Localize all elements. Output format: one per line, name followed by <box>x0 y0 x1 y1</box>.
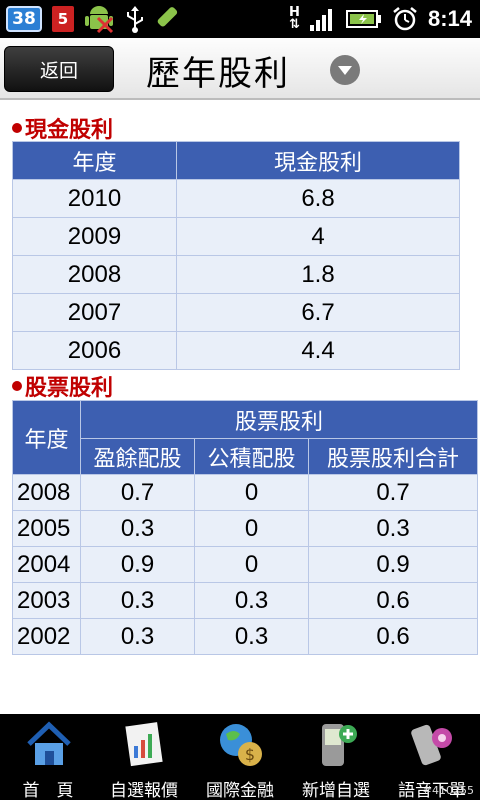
year-cell: 2003 <box>12 582 81 619</box>
signal-icon <box>309 9 332 31</box>
value-cell: 4 <box>176 217 460 256</box>
table-row: 2003 0.3 0.3 0.6 <box>12 582 478 619</box>
value-cell: 0.7 <box>308 474 478 511</box>
table-row: 2005 0.3 0 0.3 <box>12 510 478 547</box>
stock-dividend-heading: 股票股利 <box>12 370 113 402</box>
year-cell: 2008 <box>12 474 81 511</box>
year-cell: 2007 <box>12 293 177 332</box>
globe-money-icon: $ <box>220 724 262 766</box>
cash-dividend-table: 年度 現金股利 2010 6.8 2009 4 2008 1.8 2007 6.… <box>12 141 460 370</box>
battery-icon <box>345 10 381 28</box>
year-cell: 2006 <box>12 331 177 370</box>
column-header-year: 年度 <box>12 141 177 180</box>
status-bar: 38 5 H ⇅ 8:14 <box>0 0 480 38</box>
alarm-icon <box>393 7 417 31</box>
cash-dividend-heading-text: 現金股利 <box>25 118 114 143</box>
value-cell: 0.3 <box>80 582 195 619</box>
table-row: 2006 4.4 <box>12 331 460 370</box>
column-header-cash-dividend: 現金股利 <box>176 141 460 180</box>
stock-dividend-table: 年度 股票股利 盈餘配股 公積配股 股票股利合計 2008 0.7 0 0.7 … <box>12 400 478 655</box>
usb-icon <box>127 6 143 33</box>
battery-charging-icon <box>157 7 178 27</box>
home-icon <box>27 721 71 765</box>
year-cell: 2009 <box>12 217 177 256</box>
value-cell: 0.3 <box>194 618 309 655</box>
column-header-year: 年度 <box>12 400 81 475</box>
svg-text:$: $ <box>245 745 255 764</box>
value-cell: 0.7 <box>80 474 195 511</box>
year-cell: 2010 <box>12 179 177 218</box>
nav-label: 國際金融 <box>206 781 274 800</box>
stock-dividend-heading-text: 股票股利 <box>25 376 114 401</box>
value-cell: 4.4 <box>176 331 460 370</box>
value-cell: 0.3 <box>194 582 309 619</box>
table-row: 2004 0.9 0 0.9 <box>12 546 478 583</box>
table-row: 2002 0.3 0.3 0.6 <box>12 618 478 655</box>
year-cell: 2004 <box>12 546 81 583</box>
nav-label: 自選報價 <box>110 781 178 800</box>
value-cell: 0.6 <box>308 618 478 655</box>
content-area: 現金股利 年度 現金股利 2010 6.8 2009 4 2008 1.8 20… <box>0 100 480 714</box>
bullet-icon <box>12 381 22 391</box>
nav-item-home[interactable]: 首 頁 <box>0 714 96 800</box>
column-header-earnings-stock: 盈餘配股 <box>80 438 195 475</box>
value-cell: 0.3 <box>308 510 478 547</box>
watermark: #410255 <box>422 784 474 797</box>
value-cell: 0.9 <box>80 546 195 583</box>
year-cell: 2002 <box>12 618 81 655</box>
network-type-icon: H ⇅ <box>289 5 300 32</box>
page-title: 歷年股利 <box>146 54 290 94</box>
value-cell: 0 <box>194 510 309 547</box>
bullet-icon <box>12 123 22 133</box>
value-cell: 0.6 <box>308 582 478 619</box>
chevron-down-icon[interactable] <box>330 55 360 85</box>
phone-add-icon <box>322 724 357 766</box>
table-row: 2008 0.7 0 0.7 <box>12 474 478 511</box>
value-cell: 0.3 <box>80 510 195 547</box>
table-row: 2010 6.8 <box>12 179 460 218</box>
android-debug-icon <box>85 6 114 34</box>
nav-label: 首 頁 <box>22 781 74 800</box>
nav-item-add-watchlist[interactable]: 新增自選 <box>288 714 384 800</box>
value-cell: 1.8 <box>176 255 460 294</box>
clock: 8:14 <box>427 6 472 31</box>
nav-label: 新增自選 <box>302 781 370 800</box>
phone-voice-icon <box>411 724 452 766</box>
column-header-reserve-stock: 公積配股 <box>194 438 309 475</box>
quote-chart-icon <box>125 722 163 767</box>
value-cell: 0 <box>194 546 309 583</box>
year-cell: 2005 <box>12 510 81 547</box>
value-cell: 6.7 <box>176 293 460 332</box>
bottom-nav: 首 頁 自選報價 $ 國際金融 新增自選 語音下單 <box>0 714 480 800</box>
value-cell: 6.8 <box>176 179 460 218</box>
table-row: 2009 4 <box>12 217 460 256</box>
nav-item-watchlist-quotes[interactable]: 自選報價 <box>96 714 192 800</box>
back-button[interactable]: 返回 <box>4 46 114 92</box>
title-bar: 返回 歷年股利 <box>0 38 480 100</box>
app-badge-icon: 5 <box>52 6 74 32</box>
cash-dividend-heading: 現金股利 <box>12 112 113 144</box>
value-cell: 0.9 <box>308 546 478 583</box>
nav-item-international-finance[interactable]: $ 國際金融 <box>192 714 288 800</box>
table-row: 2007 6.7 <box>12 293 460 332</box>
value-cell: 0.3 <box>80 618 195 655</box>
table-row: 2008 1.8 <box>12 255 460 294</box>
value-cell: 0 <box>194 474 309 511</box>
year-cell: 2008 <box>12 255 177 294</box>
column-group-header-stock-dividend: 股票股利 <box>80 400 478 439</box>
notification-count-icon: 38 <box>6 6 42 32</box>
column-header-stock-total: 股票股利合計 <box>308 438 478 475</box>
